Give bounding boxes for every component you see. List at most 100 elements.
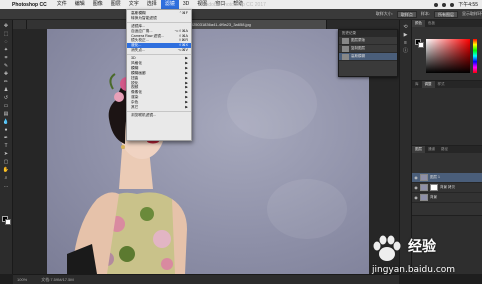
history-brush-icon[interactable]: ↺ bbox=[2, 94, 11, 101]
tab-color[interactable]: 颜色 bbox=[412, 20, 425, 27]
filter-menu-item[interactable]: 其它 ▶ bbox=[127, 105, 191, 110]
history-panel-title: 历史记录 bbox=[339, 30, 397, 37]
tab-adjustments[interactable]: 调整 bbox=[421, 81, 435, 88]
properties-icon[interactable]: ≡ bbox=[401, 39, 410, 46]
clone-stamp-icon[interactable]: ♟ bbox=[2, 86, 11, 93]
image-canvas[interactable] bbox=[47, 29, 369, 274]
actions-icon[interactable]: ▶ bbox=[401, 31, 410, 38]
layer-row[interactable]: ◉ 背景 拷贝 bbox=[412, 183, 482, 193]
blur-tool-icon[interactable]: 💧 bbox=[2, 118, 11, 125]
menu-item-label: 消失点... bbox=[131, 48, 146, 53]
crop-tool-icon[interactable]: ⌗ bbox=[2, 54, 11, 61]
sample-layers-select[interactable]: 所有图层 bbox=[434, 10, 458, 18]
show-ring-checkbox[interactable]: 显示取样环 bbox=[462, 11, 482, 17]
menu-item-label: 转换为智能滤镜 bbox=[131, 15, 157, 20]
visibility-eye-icon[interactable]: ◉ bbox=[414, 175, 418, 180]
eraser-tool-icon[interactable]: ▭ bbox=[2, 102, 11, 109]
baidu-paw-logo bbox=[373, 235, 401, 261]
layer-thumbnail bbox=[420, 194, 428, 201]
history-label: 高斯模糊 bbox=[351, 54, 365, 58]
shape-tool-icon[interactable]: ▢ bbox=[2, 158, 11, 165]
color-panel-tabs: 颜色 色板 bbox=[412, 20, 482, 27]
marquee-tool-icon[interactable]: ⬚ bbox=[2, 30, 11, 37]
menu-item[interactable]: 图像 bbox=[89, 0, 107, 9]
clock[interactable]: 下午4:55 bbox=[458, 1, 478, 8]
layer-mask-thumbnail[interactable] bbox=[430, 184, 438, 191]
lasso-tool-icon[interactable]: ◌ bbox=[2, 38, 11, 45]
healing-brush-icon[interactable]: ✚ bbox=[2, 70, 11, 77]
visibility-eye-icon[interactable]: ◉ bbox=[414, 195, 418, 200]
menu-item[interactable]: 选择 bbox=[143, 0, 161, 9]
background-color-swatch[interactable] bbox=[5, 219, 11, 225]
history-row[interactable]: 高斯模糊 bbox=[339, 53, 397, 61]
hand-tool-icon[interactable]: ✋ bbox=[2, 166, 11, 173]
path-select-icon[interactable]: ➤ bbox=[2, 150, 11, 157]
history-thumbnail bbox=[342, 45, 349, 52]
brush-tool-icon[interactable]: ✏ bbox=[2, 78, 11, 85]
history-icon[interactable]: ⟲ bbox=[401, 23, 410, 30]
visibility-eye-icon[interactable]: ◉ bbox=[414, 185, 418, 190]
history-row[interactable]: 复制图层 bbox=[339, 45, 397, 53]
menu-shortcut: ⌥⌘V bbox=[177, 48, 188, 53]
panel-background-swatch[interactable] bbox=[418, 42, 424, 48]
menu-separator bbox=[127, 21, 191, 23]
layer-row[interactable]: ◉ 背景 bbox=[412, 193, 482, 203]
zoom-tool-icon[interactable]: ⌕ bbox=[2, 174, 11, 181]
quick-select-icon[interactable]: ✦ bbox=[2, 46, 11, 53]
layers-panel: 图层 通道 路径 ◉ 图层 1 ◉ 背景 拷贝 ◉ 背景 bbox=[412, 145, 482, 215]
window-title: Adobe Photoshop CC 2017 bbox=[205, 2, 266, 8]
sample-label: 样本: bbox=[420, 11, 430, 16]
more-tools-icon[interactable]: … bbox=[2, 182, 11, 189]
menu-item[interactable]: 3D bbox=[179, 0, 193, 9]
pen-tool-icon[interactable]: ✒ bbox=[2, 134, 11, 141]
sample-size-label: 取样大小: bbox=[375, 11, 393, 16]
hue-slider[interactable] bbox=[473, 39, 477, 73]
document-size[interactable]: 文档:7.59M/17.5M bbox=[41, 277, 73, 283]
tab-paths[interactable]: 路径 bbox=[438, 146, 451, 153]
tab-channels[interactable]: 通道 bbox=[425, 146, 438, 153]
type-tool-icon[interactable]: T bbox=[2, 142, 11, 149]
layer-name: 背景 bbox=[430, 195, 437, 199]
history-label: 图层蒙版 bbox=[351, 38, 365, 42]
tab-other[interactable] bbox=[27, 20, 127, 29]
app-name[interactable]: Photoshop CC bbox=[12, 2, 47, 8]
tab-previous[interactable] bbox=[13, 20, 27, 29]
filter-menu-item[interactable]: 浏览联机滤镜... bbox=[127, 113, 191, 118]
menu-separator bbox=[127, 54, 191, 56]
history-panel: 历史记录 图层蒙版复制图层 高斯模糊 bbox=[338, 29, 398, 77]
filter-menu-item[interactable]: 转换为智能滤镜 bbox=[127, 16, 191, 21]
menu-separator bbox=[127, 110, 191, 112]
battery-icon[interactable] bbox=[442, 2, 447, 7]
wifi-icon[interactable] bbox=[434, 2, 439, 7]
gradient-tool-icon[interactable]: ▤ bbox=[2, 110, 11, 117]
info-icon[interactable]: ⓘ bbox=[401, 47, 410, 54]
layer-options-area bbox=[412, 153, 482, 173]
status-bar: 100% 文档:7.59M/17.5M bbox=[13, 274, 399, 284]
adjust-panel-tabs: 库 调整 样式 bbox=[412, 81, 482, 88]
menu-item[interactable]: 图层 bbox=[107, 0, 125, 9]
layer-row[interactable]: ◉ 图层 1 bbox=[412, 173, 482, 183]
baidu-jingyan-watermark: 经验 jingyan.baidu.com bbox=[368, 232, 480, 282]
move-tool-icon[interactable]: ✥ bbox=[2, 22, 11, 29]
tab-styles[interactable]: 样式 bbox=[435, 81, 448, 88]
status-area: 下午4:55 bbox=[434, 0, 478, 9]
toolbox: ✥ ⬚ ◌ ✦ ⌗ ✎ ✚ ✏ ♟ ↺ ▭ ▤ 💧 ● ✒ T ➤ ▢ ✋ ⌕ … bbox=[0, 20, 13, 274]
tab-layers[interactable]: 图层 bbox=[412, 146, 425, 153]
menu-item-label: 浏览联机滤镜... bbox=[131, 112, 157, 117]
menu-item[interactable]: 文字 bbox=[125, 0, 143, 9]
tab-libraries[interactable]: 库 bbox=[412, 81, 422, 88]
history-row[interactable]: 图层蒙版 bbox=[339, 37, 397, 45]
color-picker-field[interactable] bbox=[426, 39, 470, 73]
watermark-brand: 经验 bbox=[408, 239, 436, 255]
dodge-tool-icon[interactable]: ● bbox=[2, 126, 11, 133]
search-icon[interactable] bbox=[450, 2, 455, 7]
menu-item[interactable]: 编辑 bbox=[71, 0, 89, 9]
menu-item[interactable]: 滤镜 bbox=[160, 0, 179, 9]
sample-size-select[interactable]: 取样点 bbox=[396, 10, 417, 18]
zoom-level[interactable]: 100% bbox=[17, 277, 27, 282]
tab-swatches[interactable]: 色板 bbox=[425, 20, 438, 27]
watermark-url: jingyan.baidu.com bbox=[372, 265, 456, 275]
menu-item[interactable]: 文件 bbox=[53, 0, 71, 9]
eyedropper-tool-icon[interactable]: ✎ bbox=[2, 62, 11, 69]
filter-menu-item[interactable]: 消失点... ⌥⌘V bbox=[127, 48, 191, 53]
